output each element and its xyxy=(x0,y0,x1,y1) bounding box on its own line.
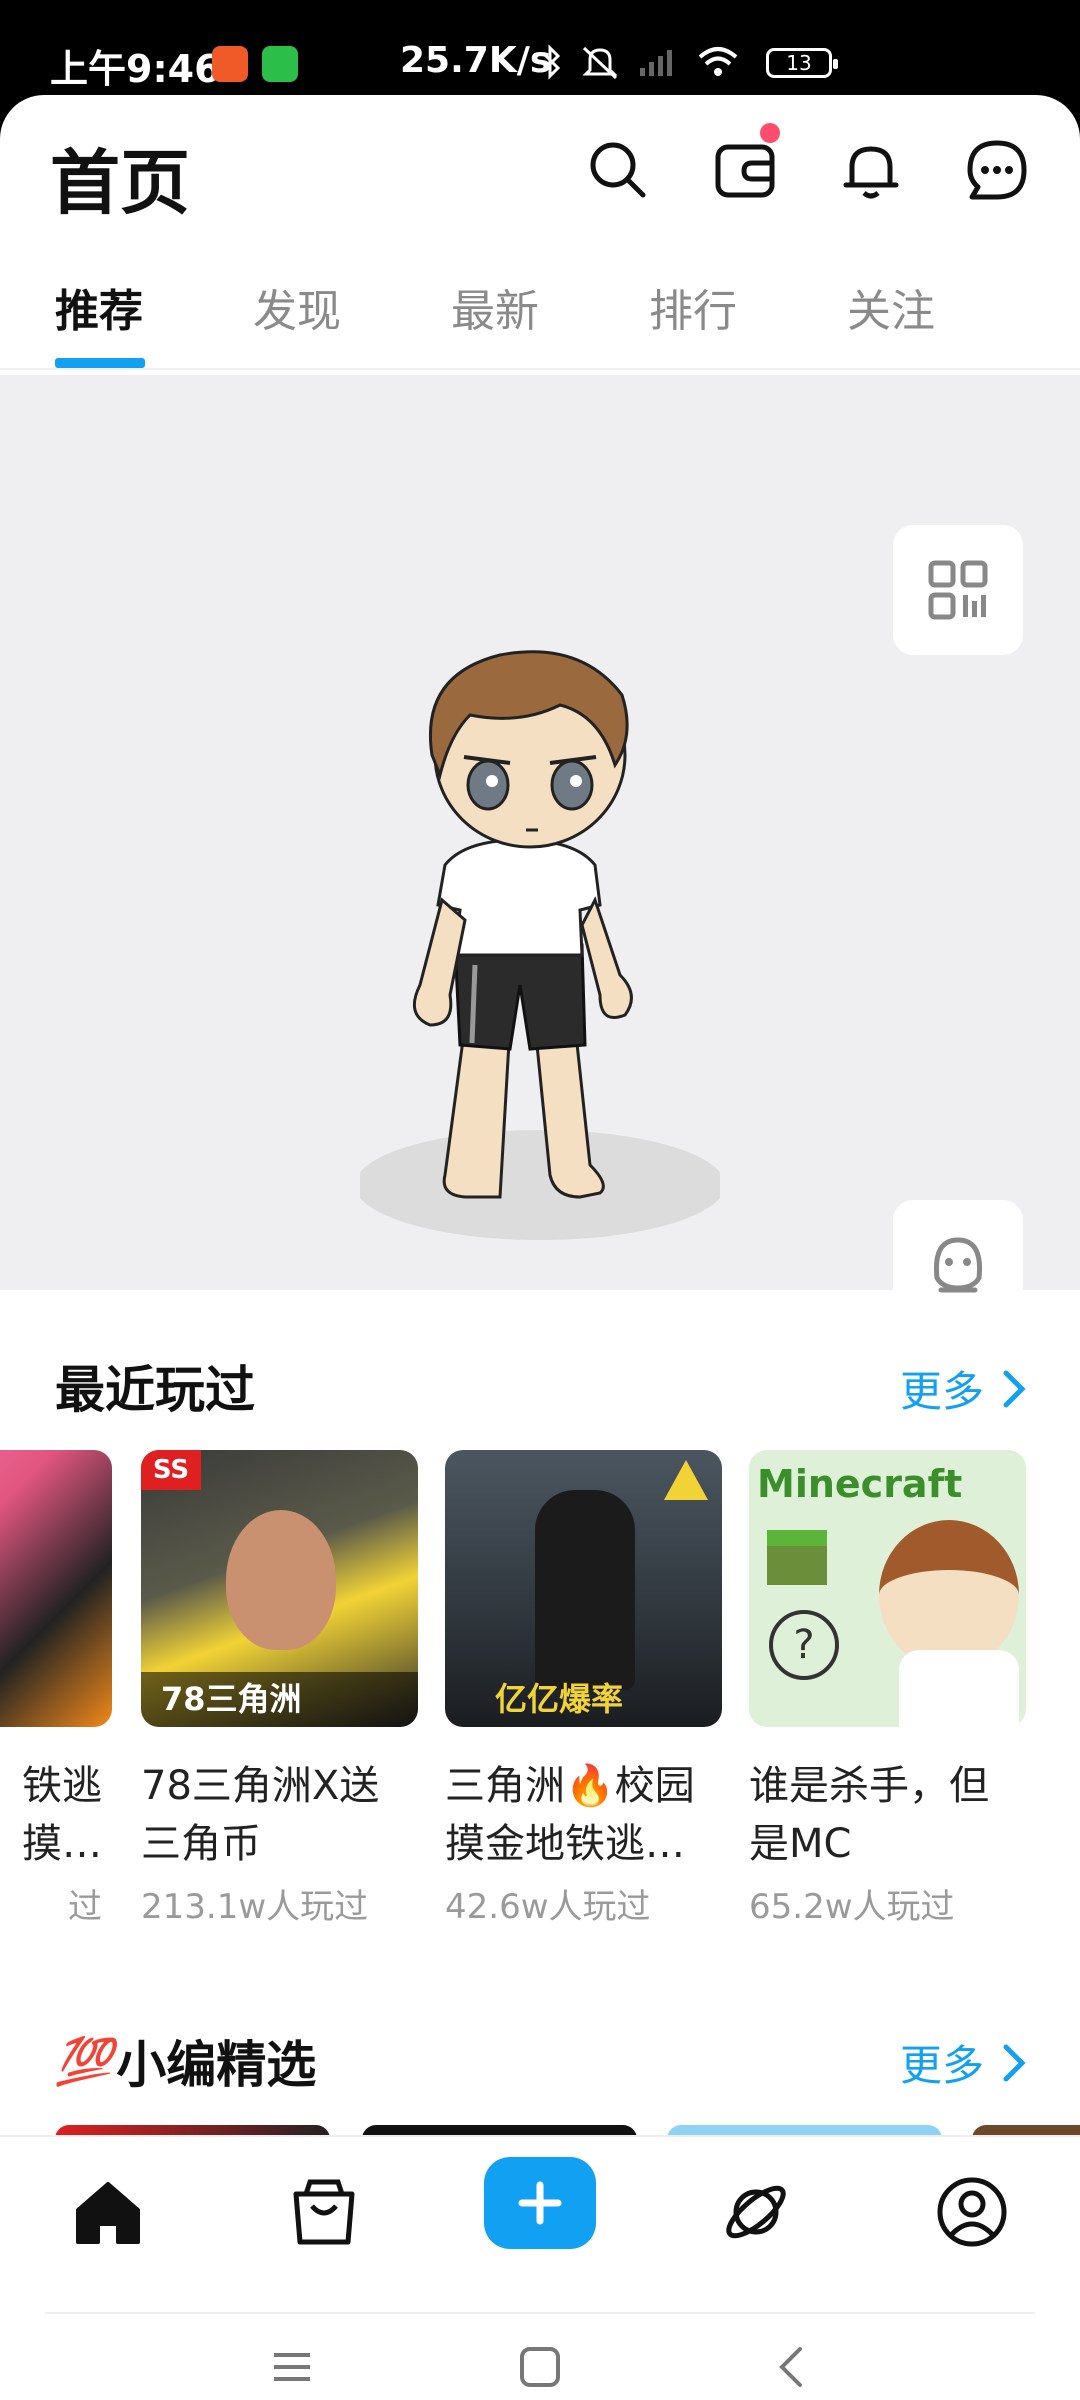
chevron-right-icon xyxy=(1003,2044,1026,2081)
thumbnail-caption: 78三角洲 xyxy=(141,1672,418,1727)
recent-more-label: 更多 xyxy=(900,1367,985,1416)
avatar-showcase[interactable] xyxy=(0,375,1080,1330)
chat-icon[interactable] xyxy=(964,137,1030,203)
wallet-icon[interactable] xyxy=(712,137,778,203)
wifi-icon xyxy=(698,47,738,76)
profile-icon[interactable] xyxy=(932,2172,1012,2252)
tab-ranking[interactable]: 排行 xyxy=(649,275,737,339)
bluetooth-icon xyxy=(541,44,561,80)
status-time: 上午9:46 xyxy=(50,47,221,91)
game-thumbnail: 亿亿爆率 xyxy=(445,1450,722,1727)
back-icon[interactable] xyxy=(770,2345,814,2389)
wallet-badge-dot xyxy=(760,123,780,143)
video-call-icon xyxy=(262,46,298,82)
recent-section-title: 最近玩过 xyxy=(55,1361,255,1419)
game-play-count: 65.2w人玩过 xyxy=(749,1887,955,1927)
active-tab-indicator xyxy=(55,358,145,368)
tab-discover[interactable]: 发现 xyxy=(253,275,341,339)
game-thumbnail: Minecraft ? xyxy=(749,1450,1026,1727)
game-title: 谁是杀手，但是MC xyxy=(749,1763,989,1867)
avatar-button[interactable] xyxy=(893,1200,1023,1330)
status-bar: 上午9:46 25.7K/s 13 xyxy=(0,0,1080,95)
top-tabs: 推荐 发现 最新 排行 关注 xyxy=(0,245,1080,370)
mute-icon xyxy=(582,46,618,80)
game-thumbnail xyxy=(0,1450,112,1727)
chevron-right-icon xyxy=(1003,1370,1026,1407)
create-button[interactable] xyxy=(484,2157,596,2249)
app-screen: 首页 推荐 发现 最新 排行 关注 最近玩过 更多 铁逃 摸… 过 SS 78三… xyxy=(0,95,1080,2400)
battery-indicator: 13 xyxy=(766,48,838,78)
recent-more-link[interactable]: 更多 xyxy=(900,1358,1026,1419)
game-title: 78三角洲X送三角币 xyxy=(141,1763,380,1867)
bottom-navigation xyxy=(0,2135,1080,2400)
home-icon[interactable] xyxy=(68,2172,148,2252)
hundred-points-icon: 💯 xyxy=(55,2033,113,2088)
home-square-icon[interactable] xyxy=(518,2345,562,2389)
network-speed: 25.7K/s xyxy=(400,40,552,81)
character-icon xyxy=(933,1237,983,1293)
thumbnail-caption: Minecraft xyxy=(757,1462,963,1506)
tab-latest[interactable]: 最新 xyxy=(451,275,539,339)
plus-icon xyxy=(518,2181,562,2225)
game-title: 三角洲🔥校园摸金地铁逃… xyxy=(445,1763,695,1867)
tab-recommend[interactable]: 推荐 xyxy=(55,275,143,339)
qr-code-button[interactable] xyxy=(893,525,1023,655)
page-title: 首页 xyxy=(50,142,190,224)
recent-game-card[interactable]: 亿亿爆率 三角洲🔥校园摸金地铁逃… 42.6w人玩过 xyxy=(445,1450,722,1928)
editor-pick-heading: 💯 小编精选 xyxy=(55,2025,316,2097)
qr-code-icon xyxy=(928,560,988,620)
editor-pick-more-label: 更多 xyxy=(900,2041,985,2090)
bell-icon[interactable] xyxy=(838,137,904,203)
divider xyxy=(45,2312,1035,2314)
game-play-count: 过 xyxy=(68,1887,102,1927)
game-play-count: 213.1w人玩过 xyxy=(141,1887,369,1927)
editor-pick-title: 小编精选 xyxy=(116,2036,317,2094)
thumbnail-caption: 亿亿爆率 xyxy=(495,1680,624,1718)
status-icons xyxy=(540,44,740,80)
menu-icon[interactable] xyxy=(270,2345,314,2389)
game-play-count: 42.6w人玩过 xyxy=(445,1887,651,1927)
avatar-character[interactable] xyxy=(360,645,720,1265)
signal-icon xyxy=(640,50,672,76)
recent-game-card[interactable]: Minecraft ? 谁是杀手，但是MC 65.2w人玩过 xyxy=(749,1450,1026,1928)
notification-app-icon xyxy=(212,46,248,82)
header: 首页 xyxy=(0,95,1080,245)
store-icon[interactable] xyxy=(284,2172,364,2252)
planet-icon[interactable] xyxy=(716,2172,796,2252)
game-title: 铁逃 摸… xyxy=(22,1763,102,1867)
editor-pick-more-link[interactable]: 更多 xyxy=(900,2032,1026,2093)
recent-game-card[interactable]: SS 78三角洲 78三角洲X送三角币 213.1w人玩过 xyxy=(141,1450,418,1928)
tab-following[interactable]: 关注 xyxy=(847,275,935,339)
game-thumbnail: SS 78三角洲 xyxy=(141,1450,418,1727)
recent-game-card[interactable]: 铁逃 摸… 过 xyxy=(0,1450,112,1928)
search-icon[interactable] xyxy=(585,137,651,203)
